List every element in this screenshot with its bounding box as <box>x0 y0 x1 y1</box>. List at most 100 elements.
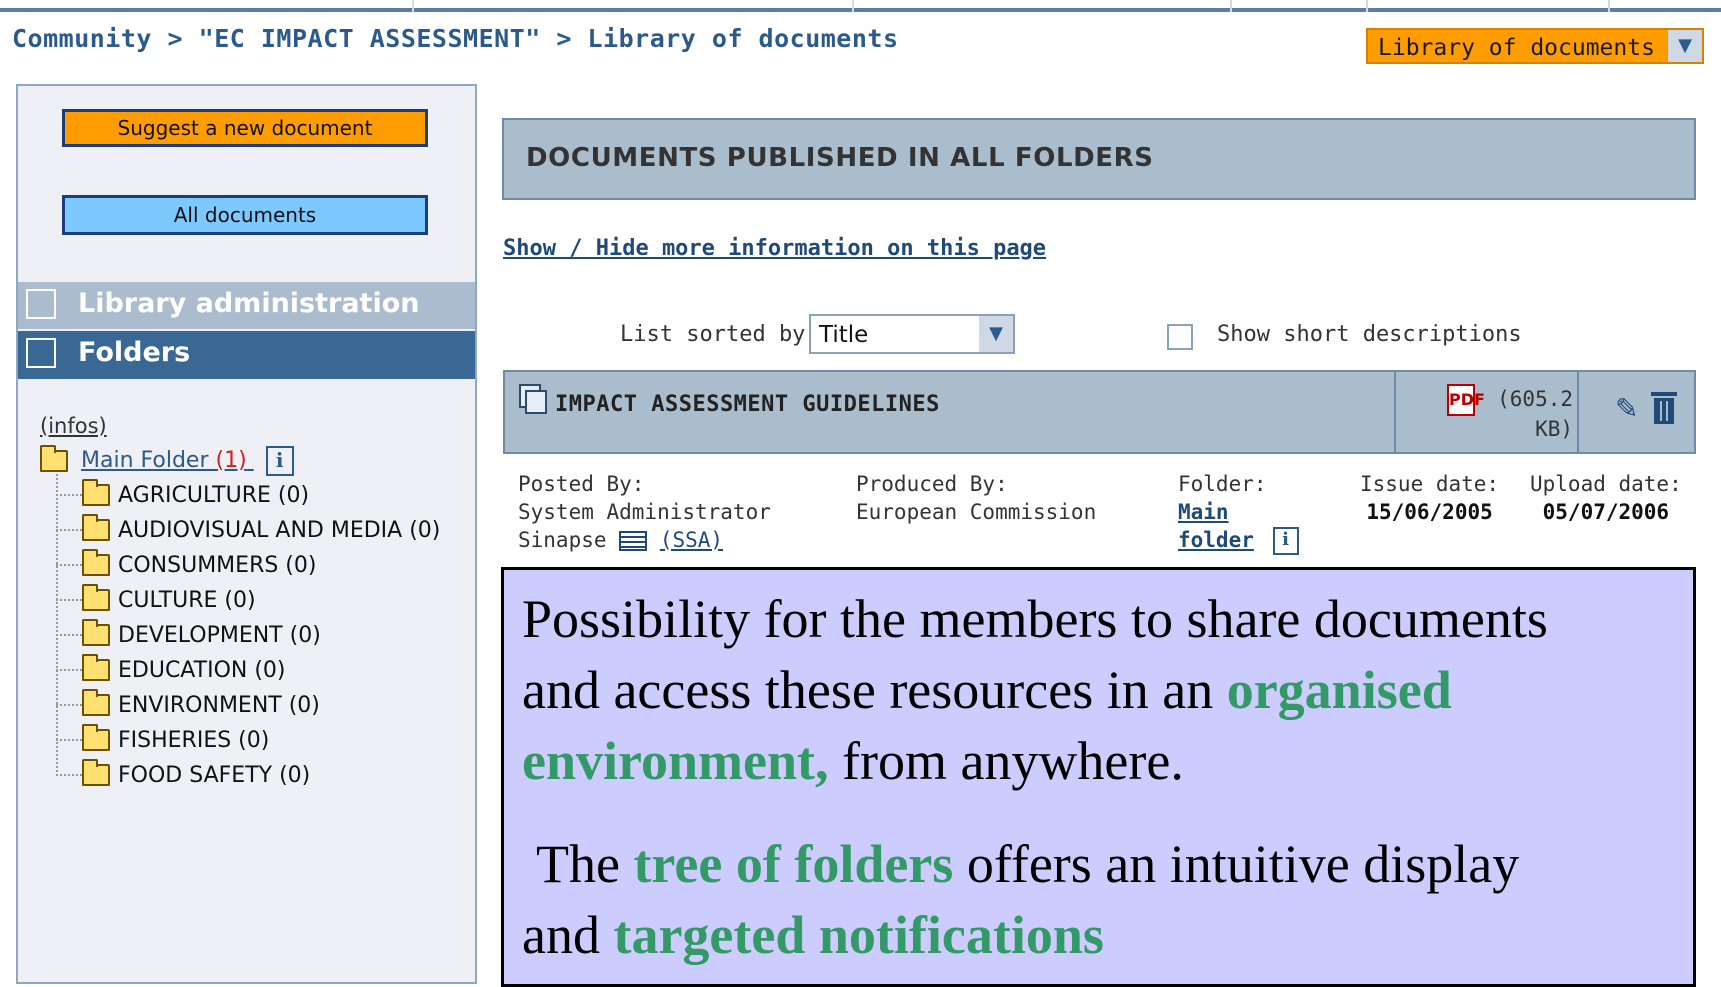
folder-label: AGRICULTURE (0) <box>118 482 310 508</box>
posted-by: Posted By: System Administrator Sinapse … <box>518 470 771 554</box>
callout-highlight: tree of folders <box>633 834 954 894</box>
produced-by-label: Produced By: <box>856 472 1008 496</box>
sort-label: List sorted by: <box>620 322 819 347</box>
all-documents-button[interactable]: All documents <box>62 195 428 235</box>
section-select[interactable]: Library of documents ▼ <box>1366 28 1704 64</box>
folder-label: EDUCATION (0) <box>118 657 286 683</box>
admin-icon <box>26 289 56 319</box>
breadcrumb-separator: > <box>167 24 184 53</box>
folder-label: CULTURE (0) <box>118 587 256 613</box>
folder-icon <box>82 549 110 576</box>
folder-label: DEVELOPMENT (0) <box>118 622 321 648</box>
folder-icon <box>82 724 110 751</box>
folder-icon <box>82 479 110 506</box>
file-size-line2: KB) <box>1535 417 1573 441</box>
breadcrumb-community[interactable]: Community <box>12 24 152 53</box>
short-descriptions-label: Show short descriptions <box>1217 322 1522 347</box>
folder-label: CONSUMMERS (0) <box>118 552 317 578</box>
folder-meta-link[interactable]: folder <box>1178 528 1254 552</box>
issue-date-value: 15/06/2005 <box>1366 500 1493 524</box>
issue-date: Issue date: 15/06/2005 <box>1360 470 1499 526</box>
callout-highlight: organised <box>1226 660 1452 720</box>
folder-icon <box>82 689 110 716</box>
main-folder-link[interactable]: Main Folder (1) <box>81 448 254 473</box>
folder-label: FOOD SAFETY (0) <box>118 762 311 788</box>
breadcrumb-group[interactable]: "EC IMPACT ASSESSMENT" <box>199 24 541 53</box>
info-icon[interactable]: i <box>265 446 294 476</box>
infos-link[interactable]: (infos) <box>40 414 107 438</box>
nav-folders-label: Folders <box>78 337 191 368</box>
folder-item[interactable]: EDUCATION (0) <box>56 654 286 691</box>
posted-by-tag[interactable]: (SSA) <box>660 528 723 552</box>
suggest-document-button[interactable]: Suggest a new document <box>62 109 428 147</box>
folder-item[interactable]: DEVELOPMENT (0) <box>56 619 321 656</box>
show-hide-info-link[interactable]: Show / Hide more information on this pag… <box>503 236 1046 261</box>
folder-item[interactable]: ENVIRONMENT (0) <box>56 689 320 726</box>
file-size: (605.2 KB) <box>1485 384 1573 444</box>
folder-item[interactable]: FISHERIES (0) <box>56 724 270 761</box>
nav-folders[interactable]: Folders <box>18 331 475 379</box>
breadcrumb: Community > "EC IMPACT ASSESSMENT" > Lib… <box>12 24 899 53</box>
issue-date-label: Issue date: <box>1360 472 1500 496</box>
main-folder-node[interactable]: Main Folder (1) i <box>40 445 294 476</box>
chevron-down-icon[interactable]: ▼ <box>979 316 1013 352</box>
file-size-line1: (605.2 <box>1497 387 1573 411</box>
folder-meta-label: Folder: <box>1178 472 1267 496</box>
folder-tree-icon <box>26 338 56 368</box>
short-descriptions-checkbox[interactable] <box>1167 324 1193 350</box>
trash-icon[interactable] <box>1651 392 1677 424</box>
sort-select-value: Title <box>819 322 869 348</box>
sort-select[interactable]: Title ▼ <box>809 314 1015 354</box>
info-icon[interactable]: i <box>1272 527 1299 555</box>
documents-icon <box>519 384 547 414</box>
folder-item[interactable]: AGRICULTURE (0) <box>56 479 310 516</box>
folder-item[interactable]: FOOD SAFETY (0) <box>56 759 311 796</box>
card-icon[interactable] <box>619 531 648 551</box>
pdf-icon[interactable]: PDF <box>1447 384 1485 416</box>
folder-label: ENVIRONMENT (0) <box>118 692 320 718</box>
main-folder-count: (1) <box>215 448 247 473</box>
section-select-value: Library of documents <box>1378 35 1655 61</box>
folder-icon <box>82 584 110 611</box>
folder-icon <box>82 654 110 681</box>
produced-by-value: European Commission <box>856 500 1097 524</box>
callout-line: Possibility for the members to share doc… <box>522 589 1548 649</box>
folder-meta: Folder: Main folder i <box>1178 470 1299 555</box>
upload-date-value: 05/07/2006 <box>1542 500 1670 524</box>
folder-meta-link[interactable]: Main <box>1178 500 1229 524</box>
callout-line: and access these resources in an organis… <box>522 660 1452 720</box>
upload-date: Upload date: 05/07/2006 <box>1530 470 1682 526</box>
folder-item[interactable]: CONSUMMERS (0) <box>56 549 317 586</box>
document-title[interactable]: IMPACT ASSESSMENT GUIDELINES <box>555 392 940 417</box>
posted-by-label: Posted By: <box>518 472 645 496</box>
breadcrumb-separator: > <box>556 24 572 53</box>
upload-date-label: Upload date: <box>1530 472 1682 496</box>
nav-admin-label: Library administration <box>78 288 420 319</box>
produced-by: Produced By: European Commission <box>856 470 1096 526</box>
pencil-icon[interactable]: ✎ <box>1615 392 1638 425</box>
document-title-row: IMPACT ASSESSMENT GUIDELINES PDF (605.2 … <box>503 370 1696 454</box>
posted-by-org: Sinapse <box>518 528 607 552</box>
callout-highlight: targeted notifications <box>613 905 1104 965</box>
posted-by-name: System Administrator <box>518 500 771 524</box>
chevron-down-icon[interactable]: ▼ <box>1667 30 1702 62</box>
documents-header: DOCUMENTS PUBLISHED IN ALL FOLDERS <box>502 118 1696 200</box>
folder-icon <box>40 445 68 472</box>
callout-highlight: environment, <box>522 731 829 791</box>
folder-icon <box>82 759 110 786</box>
breadcrumb-current: Library of documents <box>587 24 899 53</box>
callout-line: and targeted notifications <box>522 905 1104 965</box>
folder-item[interactable]: CULTURE (0) <box>56 584 256 621</box>
folder-icon <box>82 514 110 541</box>
folder-icon <box>82 619 110 646</box>
folder-item[interactable]: AUDIOVISUAL AND MEDIA (0) <box>56 514 441 551</box>
top-rule <box>0 0 1721 14</box>
page-title: DOCUMENTS PUBLISHED IN ALL FOLDERS <box>526 143 1154 173</box>
callout-line: environment, from anywhere. <box>522 731 1184 791</box>
main-folder-label: Main Folder <box>81 448 209 473</box>
feature-callout: Possibility for the members to share doc… <box>501 567 1696 987</box>
callout-line: The tree of folders offers an intuitive … <box>536 834 1520 894</box>
folder-label: FISHERIES (0) <box>118 727 270 753</box>
nav-library-administration[interactable]: Library administration <box>18 282 475 329</box>
folder-label: AUDIOVISUAL AND MEDIA (0) <box>118 517 441 543</box>
